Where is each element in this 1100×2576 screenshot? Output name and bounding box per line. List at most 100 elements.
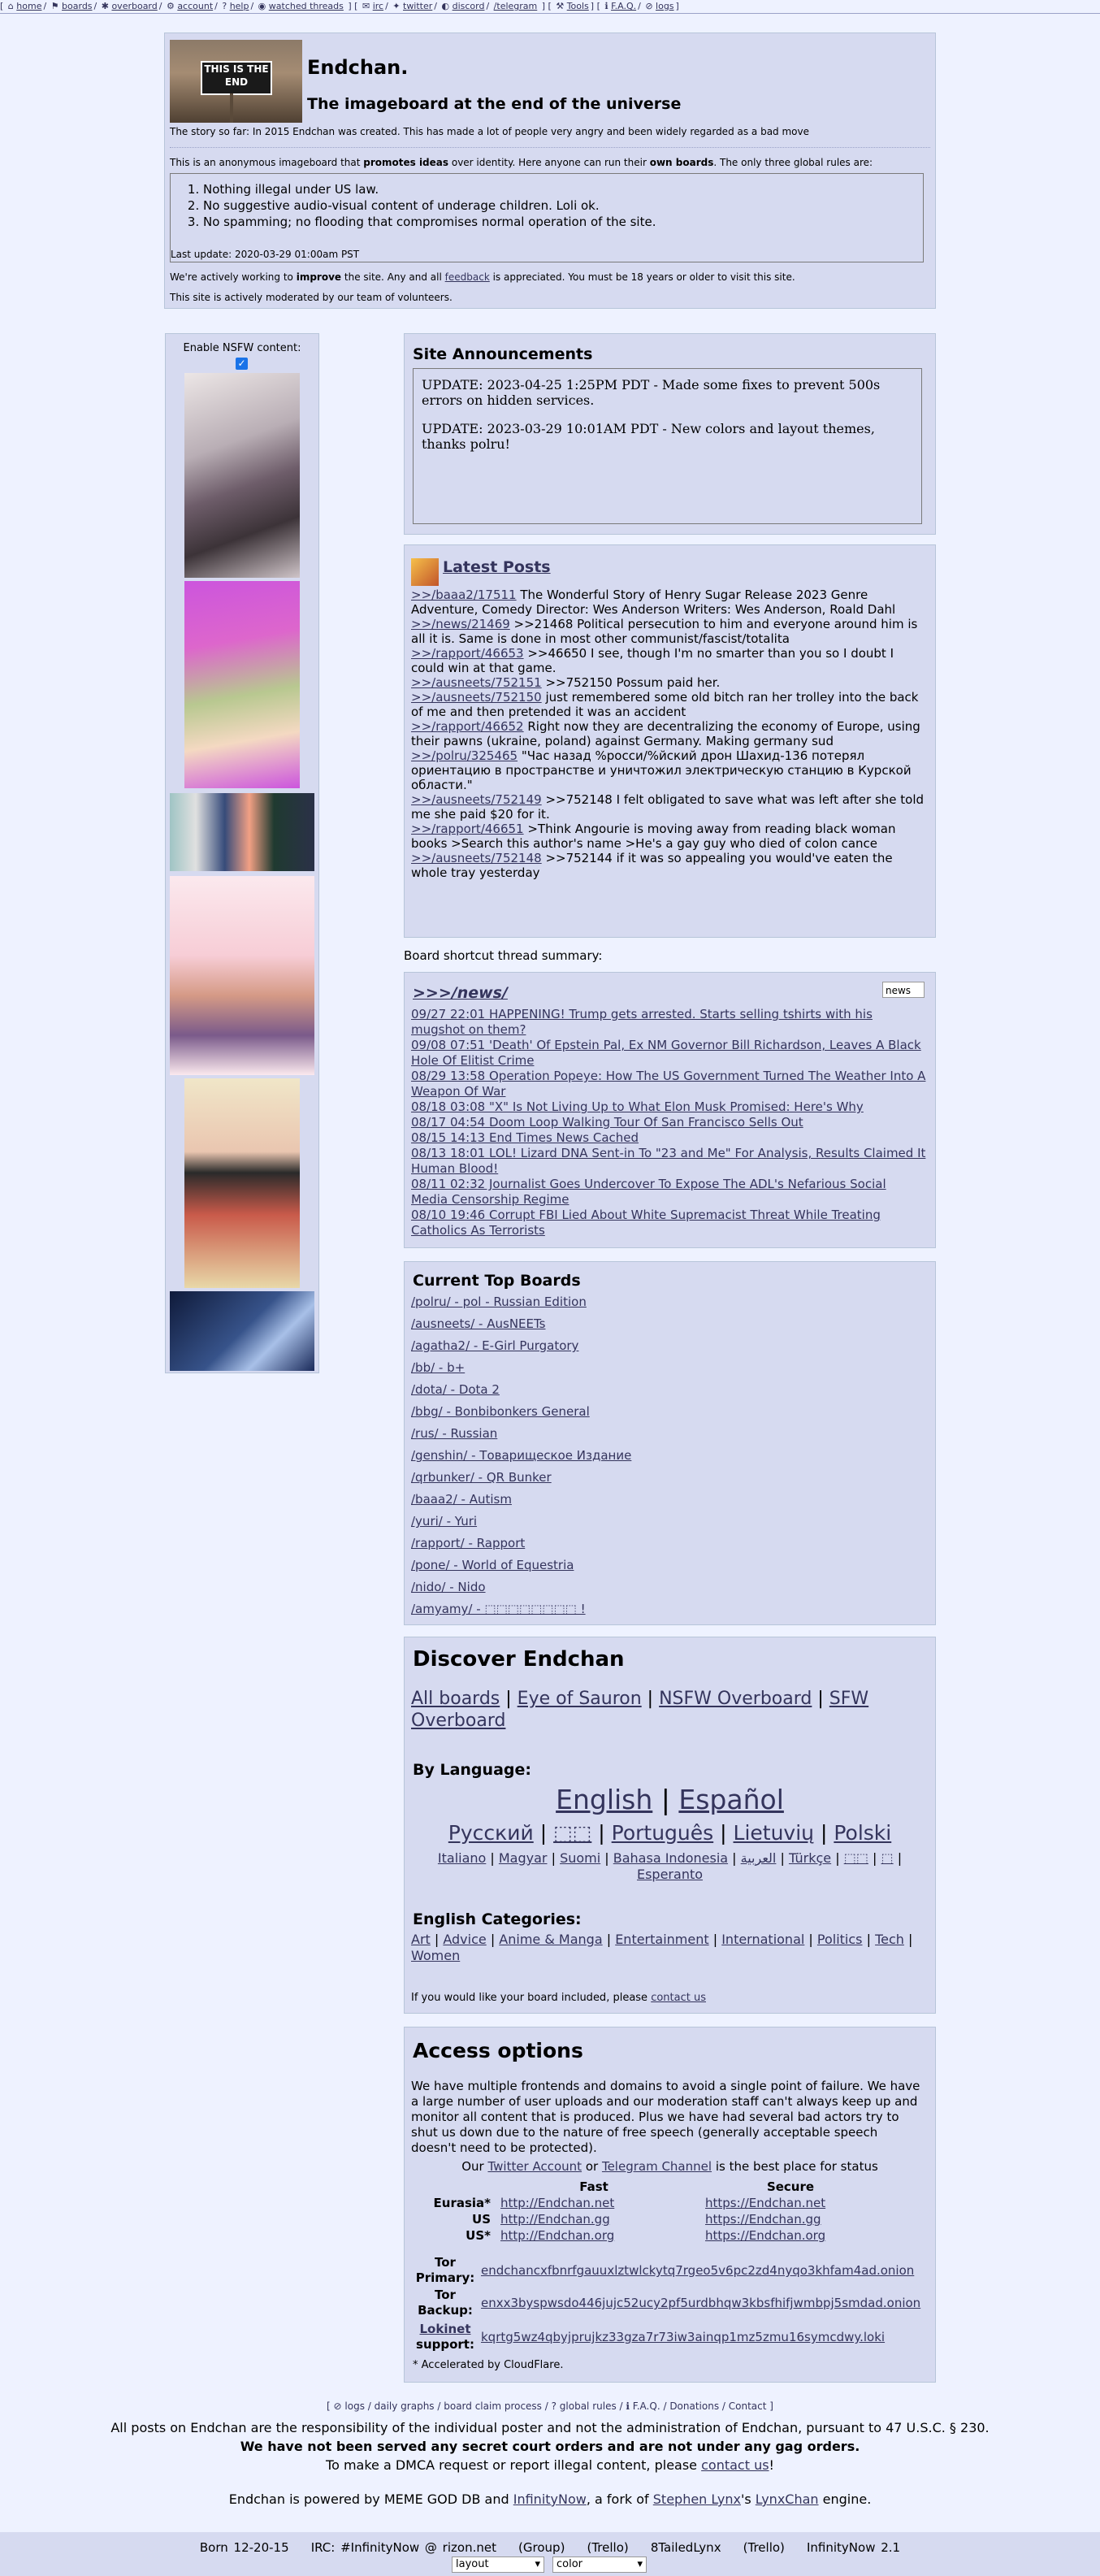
all-boards-link[interactable]: All boards [411,1689,500,1709]
trello-link[interactable]: (Trello) [587,2540,629,2555]
lang-indonesian[interactable]: Bahasa Indonesia [613,1850,728,1866]
category-link[interactable]: Anime & Manga [499,1932,602,1947]
lang-korean[interactable]: ⬚⬚ [844,1850,868,1866]
latest-posts-title[interactable]: Latest Posts [443,558,551,576]
post-link[interactable]: >>/news/21469 [411,617,510,631]
post-link[interactable]: >>/ausneets/752151 [411,675,542,690]
thumbnail-image[interactable] [184,581,300,788]
lang-turkish[interactable]: Türkçe [789,1850,831,1866]
thread-link[interactable]: 08/18 03:08 "X" Is Not Living Up to What… [411,1099,926,1115]
board-link[interactable]: /pone/ - World of Equestria [411,1555,926,1576]
thumbnail-image[interactable] [184,373,300,578]
nav-home[interactable]: ⌂ home [8,1,42,11]
lang-polish[interactable]: Polski [834,1821,891,1845]
layout-select[interactable]: layout ▾ [452,2556,544,2573]
footer-faq[interactable]: ℹ F.A.Q. [626,2400,660,2412]
thread-link[interactable]: 08/29 13:58 Operation Popeye: How The US… [411,1069,926,1099]
nav-telegram[interactable]: /telegram [494,1,538,11]
nav-watched[interactable]: ◉ watched threads [258,1,344,11]
board-link[interactable]: /agatha2/ - E-Girl Purgatory [411,1335,926,1357]
post-link[interactable]: >>/ausneets/752150 [411,690,542,705]
lynxchan-link[interactable]: LynxChan [756,2491,819,2507]
category-link[interactable]: Entertainment [615,1932,708,1947]
stephen-lynx-link[interactable]: Stephen Lynx [653,2491,741,2507]
thumbnail-image[interactable] [184,1078,300,1288]
footer-logs[interactable]: ⊘ logs [334,2400,365,2412]
footer-donations[interactable]: Donations [669,2400,719,2412]
feedback-link[interactable]: feedback [445,271,490,283]
lokinet-address[interactable]: kqrtg5wz4qbyjprujkz33gza7r73iw3ainqp1mz5… [481,2330,885,2344]
category-link[interactable]: Politics [817,1932,863,1947]
board-link[interactable]: /rapport/ - Rapport [411,1533,926,1555]
post-link[interactable]: >>/baaa2/17511 [411,588,517,602]
lang-finnish[interactable]: Suomi [560,1850,600,1866]
thread-link[interactable]: 08/11 02:32 Journalist Goes Undercover T… [411,1177,926,1208]
lang-arabic[interactable]: العربية [741,1850,777,1866]
nav-logs[interactable]: ⊘ logs [645,1,673,11]
eye-of-sauron-link[interactable]: Eye of Sauron [518,1689,642,1709]
post-link[interactable]: >>/ausneets/752149 [411,792,542,807]
tor-primary-link[interactable]: endchancxfbnrfgauuxlztwlckytq7rgeo5v6pc2… [481,2263,914,2278]
nav-boards[interactable]: ⚑ boards [51,1,93,11]
nav-overboard[interactable]: ✱ overboard [102,1,158,11]
category-link[interactable]: International [721,1932,804,1947]
post-link[interactable]: >>/rapport/46652 [411,719,524,734]
lang-russian[interactable]: Русский [448,1821,534,1845]
category-link[interactable]: Advice [443,1932,486,1947]
lang-portuguese[interactable]: Português [612,1821,714,1845]
post-link[interactable]: >>/rapport/46653 [411,646,524,661]
telegram-link[interactable]: Telegram Channel [602,2159,712,2174]
board-link[interactable]: /bbg/ - Bonbibonkers General [411,1401,926,1423]
board-link[interactable]: /qrbunker/ - QR Bunker [411,1467,926,1489]
footer-graphs[interactable]: daily graphs [375,2400,435,2412]
thread-link[interactable]: 08/13 18:01 LOL! Lizard DNA Sent-in To "… [411,1146,926,1177]
fast-link[interactable]: http://Endchan.gg [500,2212,610,2227]
post-link[interactable]: >>/ausneets/752148 [411,851,542,865]
board-link[interactable]: /polru/ - pol - Russian Edition [411,1291,926,1313]
board-link[interactable]: /nido/ - Nido [411,1576,926,1598]
lang-english[interactable]: English [556,1784,652,1815]
nsfw-overboard-link[interactable]: NSFW Overboard [659,1689,812,1709]
thumbnail-image[interactable] [170,793,314,871]
thumbnail-image[interactable] [170,1291,314,1371]
thread-link[interactable]: 08/17 04:54 Doom Loop Walking Tour Of Sa… [411,1115,926,1130]
contact-us-link[interactable]: contact us [651,1992,706,2004]
thread-link[interactable]: 09/27 22:01 HAPPENING! Trump gets arrest… [411,1007,926,1038]
color-select[interactable]: color ▾ [552,2556,647,2573]
board-link[interactable]: /amyamy/ - ⬚⬚⬚⬚⬚⬚⬚⬚ ! [411,1598,926,1620]
secure-link[interactable]: https://Endchan.gg [705,2212,821,2227]
post-link[interactable]: >>/polru/325465 [411,748,518,763]
thread-link[interactable]: 08/15 14:13 End Times News Cached [411,1130,926,1146]
secure-link[interactable]: https://Endchan.net [705,2196,825,2210]
dmca-contact-link[interactable]: contact us [701,2457,769,2473]
board-link[interactable]: /bb/ - b+ [411,1357,926,1379]
nav-faq[interactable]: ℹ F.A.Q. [604,1,636,11]
secure-link[interactable]: https://Endchan.org [705,2228,825,2243]
thumbnail-image[interactable] [170,876,314,1075]
lang-hungarian[interactable]: Magyar [499,1850,548,1866]
nav-account[interactable]: ⚙ account [167,1,213,11]
nav-help[interactable]: ? help [222,1,249,11]
board-link[interactable]: /rus/ - Russian [411,1423,926,1445]
tor-backup-link[interactable]: enxx3byspwsdo446jujc52ucy2pf5urdbhqw3kbs… [481,2296,920,2310]
board-link[interactable]: /genshin/ - Товарищеское Издание [411,1445,926,1467]
thread-link[interactable]: 08/10 19:46 Corrupt FBI Lied About White… [411,1208,926,1238]
post-link[interactable]: >>/rapport/46651 [411,822,524,836]
board-link[interactable]: /ausneets/ - AusNEETs [411,1313,926,1335]
nav-irc[interactable]: ✉ irc [362,1,383,11]
footer-contact[interactable]: Contact [729,2400,767,2412]
lang-esperanto[interactable]: Esperanto [637,1867,703,1882]
category-link[interactable]: Women [411,1948,460,1963]
nav-discord[interactable]: ◐ discord [442,1,485,11]
board-link[interactable]: /yuri/ - Yuri [411,1511,926,1533]
nsfw-checkbox[interactable]: ✓ [236,358,248,370]
board-link[interactable]: /dota/ - Dota 2 [411,1379,926,1401]
thread-link[interactable]: 09/08 07:51 'Death' Of Epstein Pal, Ex N… [411,1038,926,1069]
nav-tools[interactable]: ⚒ Tools [556,1,588,11]
infinitynow-link[interactable]: InfinityNow [513,2491,587,2507]
category-link[interactable]: Art [411,1932,431,1947]
fast-link[interactable]: http://Endchan.org [500,2228,614,2243]
lang-espanol[interactable]: Español [678,1784,784,1815]
nav-twitter[interactable]: ✦ twitter [392,1,432,11]
board-link[interactable]: /baaa2/ - Autism [411,1489,926,1511]
